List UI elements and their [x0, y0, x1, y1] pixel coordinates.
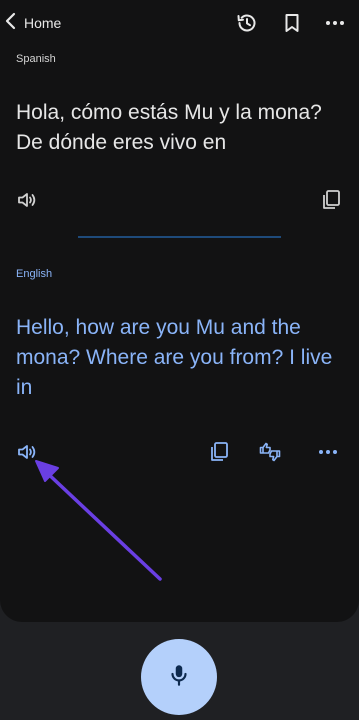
top-app-bar: Home — [0, 0, 359, 46]
chevron-left-icon — [4, 11, 18, 36]
section-divider — [78, 236, 281, 238]
translated-text[interactable]: Hello, how are you Mu and the mona? Wher… — [16, 313, 352, 403]
more-horizontal-icon[interactable] — [316, 440, 340, 464]
speaker-icon[interactable] — [15, 440, 39, 464]
copy-icon[interactable] — [319, 188, 343, 212]
mic-icon — [166, 662, 192, 693]
back-label: Home — [24, 15, 62, 31]
copy-icon[interactable] — [207, 440, 231, 464]
history-icon[interactable] — [235, 11, 259, 35]
translation-card: Home Spanish Hola, cómo estás Mu y la mo… — [0, 0, 359, 622]
microphone-button[interactable] — [141, 639, 217, 715]
thumbs-up-down-icon[interactable] — [258, 440, 282, 464]
back-button[interactable]: Home — [4, 10, 61, 36]
source-language-label: Spanish — [16, 53, 56, 65]
source-text[interactable]: Hola, cómo estás Mu y la mona? De dónde … — [16, 98, 352, 158]
target-language-label: English — [16, 268, 53, 280]
speaker-icon[interactable] — [15, 188, 39, 212]
bookmark-icon[interactable] — [280, 11, 304, 35]
more-horizontal-icon[interactable] — [323, 11, 347, 35]
